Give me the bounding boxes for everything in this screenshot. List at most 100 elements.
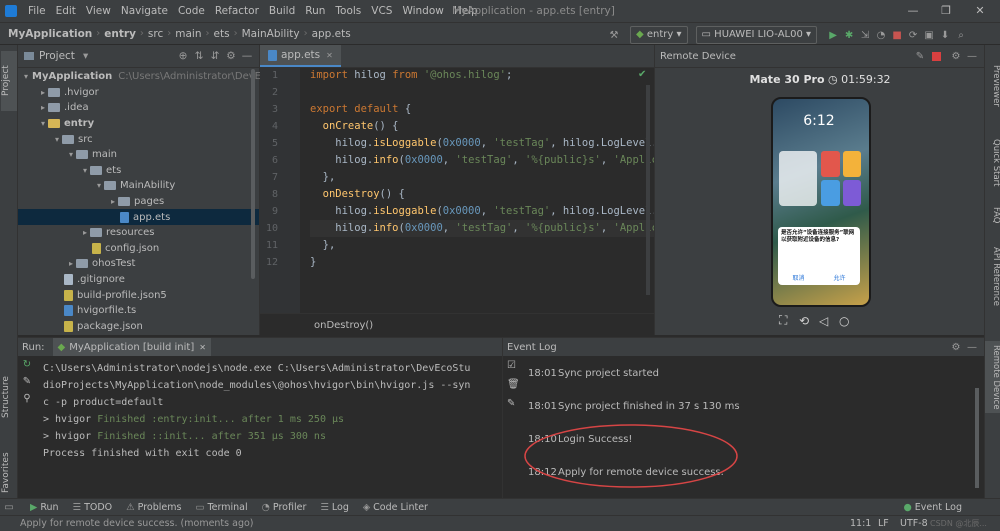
tree-item[interactable]: ▾ MyApplication C:\Users\Administrator\Dev… bbox=[18, 69, 267, 85]
code-line[interactable]: export default { bbox=[310, 101, 654, 118]
tree-item[interactable]: ▸ .hvigor bbox=[18, 85, 259, 101]
hammer-icon[interactable]: ⚒ bbox=[606, 30, 622, 41]
attach-icon[interactable]: ⇲ bbox=[857, 30, 873, 41]
gear-icon[interactable]: ⚙ bbox=[948, 51, 964, 62]
menu-item-run[interactable]: Run bbox=[300, 5, 330, 17]
line-separator[interactable]: LF bbox=[878, 518, 889, 529]
tree-item[interactable]: ▾ MainAbility bbox=[18, 178, 259, 194]
tab-todo[interactable]: ☰ TODO bbox=[73, 502, 113, 513]
tab-quick-start[interactable]: Quick Start bbox=[985, 133, 1000, 193]
hide-icon[interactable]: — bbox=[964, 51, 980, 62]
collapse-all-icon[interactable]: ⇵ bbox=[207, 50, 223, 62]
tree-item[interactable]: app.ets bbox=[18, 209, 259, 225]
code-line[interactable]: }, bbox=[310, 169, 654, 186]
dialog-cancel-button[interactable]: 取消 bbox=[792, 273, 804, 282]
menu-item-window[interactable]: Window bbox=[397, 5, 448, 17]
close-icon[interactable]: ✕ bbox=[326, 51, 333, 60]
trash-icon[interactable]: 🗑 bbox=[507, 379, 520, 390]
code-line[interactable]: hilog.info(0x0000, 'testTag', '%{public}… bbox=[310, 220, 654, 237]
menu-item-tools[interactable]: Tools bbox=[330, 5, 366, 17]
sync-icon[interactable]: ⟳ bbox=[905, 30, 921, 41]
tab-terminal[interactable]: ▭ Terminal bbox=[195, 502, 247, 513]
file-encoding[interactable]: UTF-8 bbox=[900, 518, 928, 529]
profile-icon[interactable]: ◔ bbox=[873, 30, 889, 41]
tree-item[interactable]: ▸ resources bbox=[18, 225, 259, 241]
console-output[interactable]: C:\Users\Administrator\nodejs\node.exe C… bbox=[43, 360, 498, 462]
tab-problems[interactable]: ⚠ Problems bbox=[126, 502, 181, 513]
tab-run[interactable]: ▶ Run bbox=[30, 502, 59, 513]
dialog-allow-button[interactable]: 允许 bbox=[833, 273, 845, 282]
status-message[interactable]: Apply for remote device success. (moment… bbox=[20, 518, 254, 529]
close-icon[interactable]: ✕ bbox=[972, 3, 988, 19]
chevron-down-icon[interactable]: ▾ bbox=[94, 181, 104, 190]
code-area[interactable]: import hilog from '@ohos.hilog'; export d… bbox=[310, 67, 654, 313]
chevron-down-icon[interactable]: ▾ bbox=[80, 166, 90, 175]
tree-item[interactable]: ▾ src bbox=[18, 131, 259, 147]
chevron-down-icon[interactable]: ▾ bbox=[66, 150, 76, 159]
editor-scrollbar[interactable] bbox=[646, 85, 650, 295]
chevron-down-icon[interactable]: ▾ bbox=[83, 50, 88, 62]
tree-item[interactable]: config.json bbox=[18, 241, 259, 257]
breadcrumb-item[interactable]: ets bbox=[212, 28, 232, 40]
chevron-down-icon[interactable]: ▾ bbox=[38, 119, 48, 128]
pin-icon[interactable]: ✎ bbox=[912, 51, 928, 62]
device-manager-icon[interactable]: ▣ bbox=[921, 30, 937, 41]
tab-log[interactable]: ☰ Log bbox=[320, 502, 349, 513]
tree-item[interactable]: ▾ ets bbox=[18, 163, 259, 179]
tab-api-reference[interactable]: API Reference bbox=[985, 241, 1000, 311]
run-config-select[interactable]: ◆ entry ▾ bbox=[630, 26, 688, 44]
code-line[interactable]: }, bbox=[310, 237, 654, 254]
tree-item[interactable]: ▸ ohosTest bbox=[18, 256, 259, 272]
menu-item-view[interactable]: View bbox=[81, 5, 116, 17]
tab-profiler[interactable]: ◔ Profiler bbox=[262, 502, 307, 513]
tree-item[interactable]: ▾ entry bbox=[18, 116, 259, 132]
back-icon[interactable]: ◁ bbox=[819, 314, 839, 328]
code-line[interactable]: } bbox=[310, 254, 654, 271]
tree-item[interactable]: ▸ .idea bbox=[18, 100, 259, 116]
tab-faq[interactable]: FAQ bbox=[985, 201, 1000, 229]
editor-tab-app-ets[interactable]: app.ets ✕ bbox=[260, 45, 341, 67]
chevron-right-icon[interactable]: ▸ bbox=[38, 103, 48, 112]
wrench-icon[interactable]: ✎ bbox=[18, 376, 36, 387]
breadcrumb-item[interactable]: MyApplication bbox=[6, 28, 94, 40]
menu-item-navigate[interactable]: Navigate bbox=[116, 5, 173, 17]
phone-screen[interactable]: 6:12 是否允许“设备连接服务”联网以获取附近设备的信息? 取消 允许 bbox=[771, 97, 871, 307]
sdk-manager-icon[interactable]: ⬇ bbox=[937, 30, 953, 41]
layout-icon[interactable]: ▭ bbox=[0, 502, 18, 513]
debug-icon[interactable]: ✱ bbox=[841, 30, 857, 41]
expand-all-icon[interactable]: ⇅ bbox=[191, 50, 207, 62]
tree-item[interactable]: build-profile.json5 bbox=[18, 287, 259, 303]
menu-item-build[interactable]: Build bbox=[264, 5, 300, 17]
breadcrumb-item[interactable]: src bbox=[146, 28, 165, 40]
tree-item[interactable]: .gitignore bbox=[18, 272, 259, 288]
tab-project[interactable]: Project bbox=[1, 51, 17, 111]
hide-icon[interactable]: — bbox=[964, 342, 980, 353]
gear-icon[interactable]: ⚙ bbox=[948, 342, 964, 353]
breadcrumb-item[interactable]: app.ets bbox=[310, 28, 353, 40]
project-scrollbar[interactable] bbox=[251, 69, 255, 279]
chevron-down-icon[interactable]: ▾ bbox=[52, 135, 62, 144]
run-icon[interactable]: ▶ bbox=[825, 30, 841, 41]
chevron-right-icon[interactable]: ▸ bbox=[80, 228, 90, 237]
tree-item[interactable]: ▾ main bbox=[18, 147, 259, 163]
tree-item[interactable]: hvigorfile.ts bbox=[18, 303, 259, 319]
tree-item[interactable]: package.json bbox=[18, 319, 259, 335]
code-line[interactable]: onCreate() { bbox=[310, 118, 654, 135]
home-icon[interactable]: ○ bbox=[839, 314, 859, 328]
tab-remote-device[interactable]: Remote Device bbox=[985, 341, 1000, 413]
stop-icon[interactable]: ■ bbox=[889, 30, 905, 41]
code-line[interactable]: hilog.info(0x0000, 'testTag', '%{public}… bbox=[310, 152, 654, 169]
hide-icon[interactable]: — bbox=[239, 50, 255, 62]
minimize-icon[interactable]: — bbox=[905, 3, 921, 19]
run-tab[interactable]: ◆ MyApplication [build init] ✕ bbox=[52, 338, 211, 356]
tab-code-linter[interactable]: ◈ Code Linter bbox=[363, 502, 428, 513]
rotate-icon[interactable]: ⟲ bbox=[799, 314, 819, 328]
stop-remote-icon[interactable] bbox=[928, 51, 944, 61]
project-panel-title[interactable]: Project bbox=[39, 50, 75, 62]
tab-previewer[interactable]: Previewer bbox=[985, 51, 1000, 121]
code-line[interactable]: import hilog from '@ohos.hilog'; bbox=[310, 67, 654, 84]
caret-position[interactable]: 11:1 bbox=[850, 518, 871, 529]
breadcrumb-item[interactable]: main bbox=[173, 28, 203, 40]
tab-event-log[interactable]: ● Event Log bbox=[904, 502, 963, 513]
wrench-icon[interactable]: ✎ bbox=[507, 398, 520, 409]
